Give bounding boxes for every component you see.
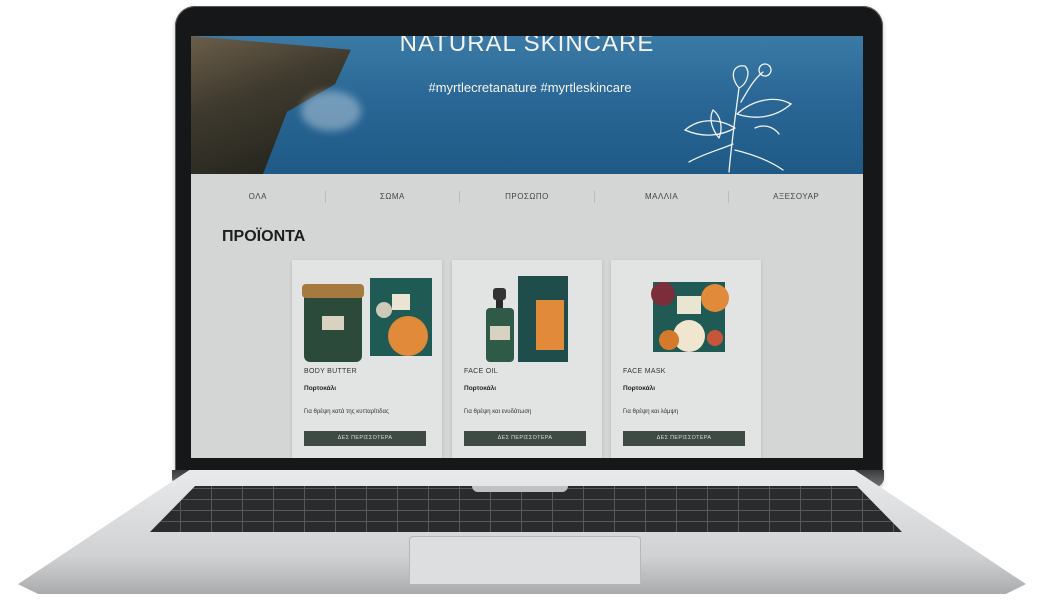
product-variant: Πορτοκάλι (623, 385, 656, 392)
see-more-button[interactable]: ΔΕΣ ΠΕΡΙΣΣΟΤΕΡΑ (623, 431, 745, 446)
face-oil-image (486, 276, 568, 362)
laptop-notch (472, 486, 568, 492)
see-more-button[interactable]: ΔΕΣ ΠΕΡΙΣΣΟΤΕΡΑ (464, 431, 586, 446)
laptop-keyboard (150, 486, 902, 532)
nav-item-face[interactable]: ΠΡΟΣΩΠΟ (460, 191, 595, 203)
product-description: Για θρέψη και λάμψη (623, 409, 679, 415)
product-description: Για θρέψη και ενυδάτωση (464, 409, 532, 415)
product-variant: Πορτοκάλι (304, 385, 337, 392)
laptop-screen: NATURAL SKINCARE #myrtlecretanature #myr… (191, 36, 863, 458)
product-description: Για θρέψη κατά της κυτταρίτιδας (304, 409, 389, 415)
see-more-button[interactable]: ΔΕΣ ΠΕΡΙΣΣΟΤΕΡΑ (304, 431, 426, 446)
products-heading: ΠΡΟΪΟΝΤΑ (222, 228, 306, 245)
product-name: FACE MASK (623, 368, 666, 375)
product-name: BODY BUTTER (304, 368, 357, 375)
category-nav: ΟΛΑ ΣΩΜΑ ΠΡΟΣΩΠΟ ΜΑΛΛΙΑ ΑΞΕΣΟΥΑΡ (191, 186, 863, 208)
nav-item-body[interactable]: ΣΩΜΑ (326, 191, 461, 203)
hero-banner: NATURAL SKINCARE #myrtlecretanature #myr… (191, 36, 863, 174)
hero-title: NATURAL SKINCARE (399, 36, 655, 57)
sea-foam (301, 91, 361, 131)
nav-item-hair[interactable]: ΜΑΛΛΙΑ (595, 191, 730, 203)
product-card[interactable]: BODY BUTTER Πορτοκάλι Για θρέψη κατά της… (292, 260, 442, 458)
nav-item-accessories[interactable]: ΑΞΕΣΟΥΑΡ (729, 191, 863, 203)
product-variant: Πορτοκάλι (464, 385, 497, 392)
product-name: FACE OIL (464, 368, 498, 375)
nav-item-all[interactable]: ΟΛΑ (191, 191, 326, 203)
product-card[interactable]: FACE MASK Πορτοκάλι Για θρέψη και λάμψη … (611, 260, 761, 458)
plant-illustration-icon (683, 63, 793, 173)
laptop-trackpad (409, 536, 641, 584)
product-card[interactable]: FACE OIL Πορτοκάλι Για θρέψη και ενυδάτω… (452, 260, 602, 458)
body-butter-image (302, 278, 432, 362)
face-mask-image (651, 282, 729, 352)
